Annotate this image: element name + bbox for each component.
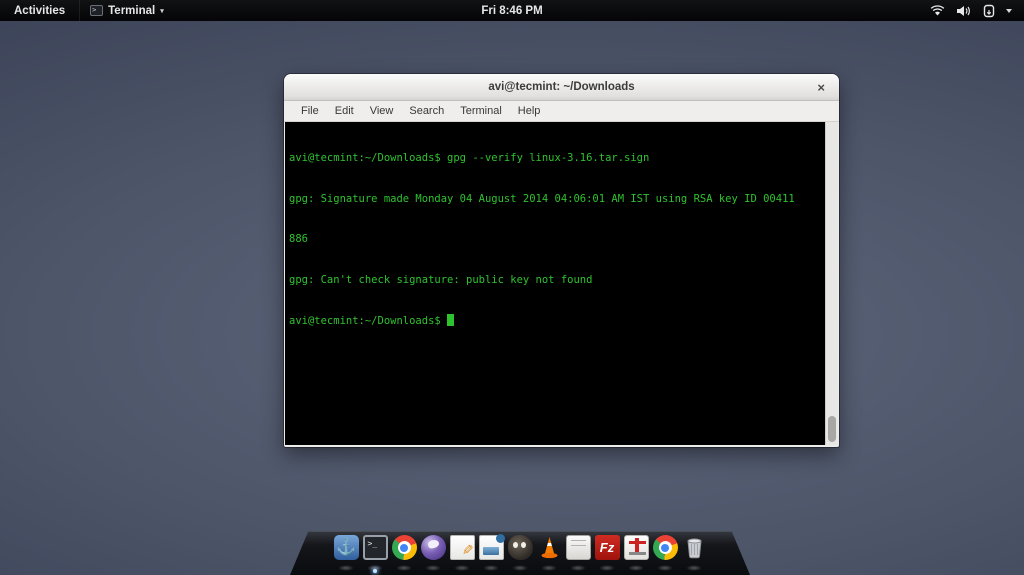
menu-file[interactable]: File (293, 103, 327, 119)
purple-orb-browser-icon (421, 535, 446, 560)
terminal-line: gpg: Can't check signature: public key n… (289, 274, 821, 288)
activities-label: Activities (14, 5, 65, 17)
dock-item-filezilla[interactable]: Fz (594, 533, 621, 573)
vlc-cone-icon (537, 535, 562, 560)
terminal-prompt-line: avi@tecmint:~/Downloads$ (289, 314, 821, 329)
dock-item-archive[interactable] (565, 533, 592, 573)
dock-item-terminal[interactable]: >_ (362, 533, 389, 573)
terminal-cursor (447, 314, 454, 326)
dock-item-chromium[interactable] (391, 533, 418, 573)
wifi-icon (930, 5, 945, 17)
archive-box-icon (566, 535, 591, 560)
grape-press-icon (624, 535, 649, 560)
anchor-icon: ⚓ (334, 535, 359, 560)
window-titlebar[interactable]: avi@tecmint: ~/Downloads × (284, 74, 839, 101)
app-menu-terminal[interactable]: > Terminal ▾ (79, 0, 174, 21)
activities-button[interactable]: Activities (0, 0, 79, 21)
dock-item-chrome[interactable] (652, 533, 679, 573)
dock-item-gimp[interactable] (507, 533, 534, 573)
app-menu-label: Terminal (108, 5, 155, 17)
caret-down-icon (1006, 9, 1012, 13)
menu-help[interactable]: Help (510, 103, 549, 119)
running-indicator (373, 569, 377, 573)
battery-icon (983, 4, 995, 18)
dock-item-text-editor[interactable] (449, 533, 476, 573)
dock-item-docky-anchor[interactable]: ⚓ (333, 533, 360, 573)
chromium-icon (392, 535, 417, 560)
close-button[interactable]: × (813, 74, 829, 100)
terminal-line: 886 (289, 233, 821, 247)
menu-search[interactable]: Search (401, 103, 452, 119)
terminal-app-icon: >_ (363, 535, 388, 560)
terminal-pane[interactable]: avi@tecmint:~/Downloads$ gpg --verify li… (285, 122, 838, 445)
dock: ⚓ >_ (290, 531, 750, 575)
scrollbar-thumb[interactable] (828, 416, 836, 442)
filezilla-icon: Fz (595, 535, 620, 560)
terminal-icon: > (90, 5, 103, 16)
dock-item-trash[interactable] (681, 533, 708, 573)
dock-item-press-tool[interactable] (623, 533, 650, 573)
terminal-output[interactable]: avi@tecmint:~/Downloads$ gpg --verify li… (285, 122, 825, 445)
text-editor-icon (450, 535, 475, 560)
top-panel: Activities > Terminal ▾ Fri 8:46 PM (0, 0, 1024, 21)
chrome-icon (653, 535, 678, 560)
terminal-line: avi@tecmint:~/Downloads$ gpg --verify li… (289, 152, 821, 166)
menu-edit[interactable]: Edit (327, 103, 362, 119)
dock-item-web-browser[interactable] (420, 533, 447, 573)
dock-item-vlc[interactable] (536, 533, 563, 573)
document-icon (479, 535, 504, 560)
window-menubar: File Edit View Search Terminal Help (284, 101, 839, 122)
menu-terminal[interactable]: Terminal (452, 103, 510, 119)
volume-icon (956, 5, 972, 17)
terminal-line: gpg: Signature made Monday 04 August 201… (289, 193, 821, 207)
system-status-area[interactable] (930, 0, 1024, 21)
terminal-prompt: avi@tecmint:~/Downloads$ (289, 315, 447, 327)
window-title: avi@tecmint: ~/Downloads (488, 81, 634, 93)
clock[interactable]: Fri 8:46 PM (481, 5, 542, 17)
dock-item-libreoffice[interactable] (478, 533, 505, 573)
terminal-window: avi@tecmint: ~/Downloads × File Edit Vie… (284, 74, 839, 447)
terminal-scrollbar[interactable] (825, 122, 838, 445)
gimp-icon (508, 535, 533, 560)
chevron-down-icon: ▾ (160, 7, 164, 15)
trash-icon (682, 535, 707, 560)
menu-view[interactable]: View (362, 103, 402, 119)
